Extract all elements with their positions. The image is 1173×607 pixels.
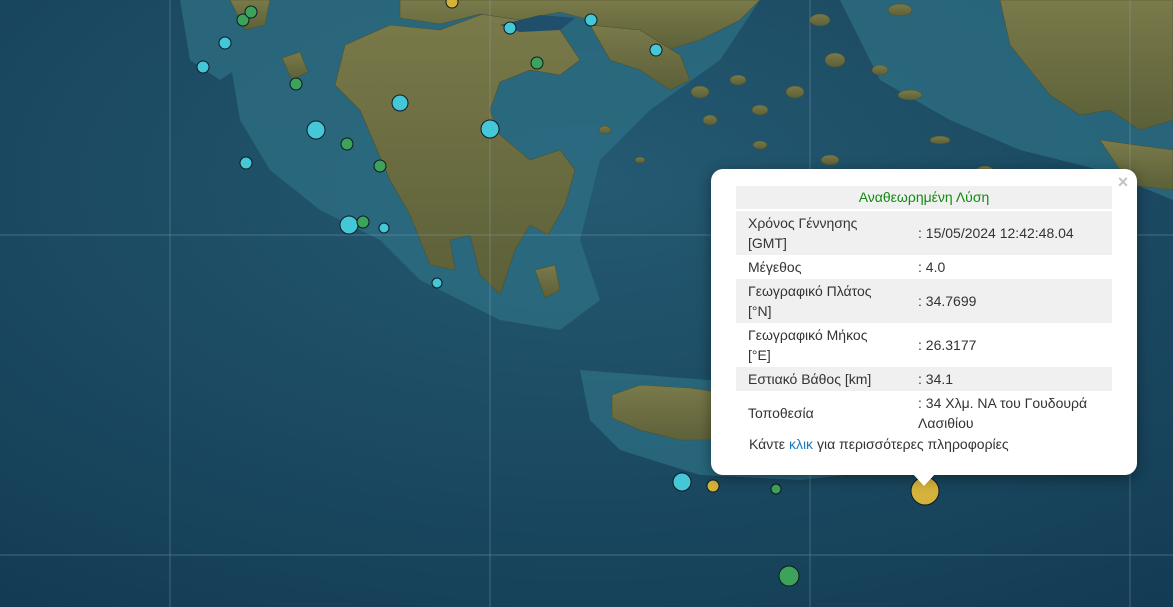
earthquake-details-table: Χρόνος Γέννησης [GMT] : 15/05/2024 12:42… [736,211,1112,435]
detail-value: : 34 Χλμ. ΝΑ του Γουδουρά Λασιθίου [918,395,1088,431]
detail-value: : 4.0 [918,259,946,275]
earthquake-marker[interactable] [306,120,326,140]
table-row: Γεωγραφικό Μήκος [°E] : 26.3177 [736,323,1112,367]
earthquake-marker[interactable] [480,119,500,139]
table-row: Τοποθεσία : 34 Χλμ. ΝΑ του Γουδουρά Λασι… [736,391,1112,435]
earthquake-marker[interactable] [672,472,692,492]
table-row: Χρόνος Γέννησης [GMT] : 15/05/2024 12:42… [736,211,1112,255]
detail-label: Εστιακό Βάθος [km] [736,367,906,391]
earthquake-marker[interactable] [196,60,210,74]
earthquake-marker[interactable] [778,565,800,587]
earthquake-info-popup: × Αναθεωρημένη Λύση Χρόνος Γέννησης [GMT… [711,169,1137,475]
earthquake-marker[interactable] [356,215,370,229]
earthquake-marker[interactable] [340,137,354,151]
table-row: Μέγεθος : 4.0 [736,255,1112,279]
earthquake-marker[interactable] [239,156,253,170]
earthquake-marker[interactable] [706,479,720,493]
earthquake-marker[interactable] [378,222,390,234]
detail-value: : 34.7699 [906,279,1112,323]
earthquake-marker[interactable] [530,56,544,70]
detail-label: Γεωγραφικό Μήκος [°E] [748,327,868,363]
more-info-link[interactable]: κλικ [789,436,813,452]
close-icon[interactable]: × [1115,173,1131,191]
earthquake-marker[interactable] [445,0,459,9]
earthquake-marker[interactable] [649,43,663,57]
earthquake-marker[interactable] [391,94,409,112]
earthquake-marker[interactable] [289,77,303,91]
detail-value: : 34.1 [906,367,1112,391]
earthquake-marker[interactable] [373,159,387,173]
popup-title: Αναθεωρημένη Λύση [736,186,1112,209]
earthquake-marker[interactable] [431,277,443,289]
earthquake-marker[interactable] [770,483,782,495]
earthquake-marker[interactable] [584,13,598,27]
more-info-text: Κάντε κλικ για περισσότερες πληροφορίες [749,436,1009,452]
earthquake-marker[interactable] [339,215,359,235]
detail-label: Τοποθεσία [748,405,814,421]
detail-label: Μέγεθος [748,259,802,275]
popup-tip [913,474,935,486]
more-info-suffix: για περισσότερες πληροφορίες [816,436,1009,452]
detail-value: : 15/05/2024 12:42:48.04 [906,211,1112,255]
table-row: Γεωγραφικό Πλάτος [°N] : 34.7699 [736,279,1112,323]
detail-label: Χρόνος Γέννησης [GMT] [736,211,906,255]
table-row: Εστιακό Βάθος [km] : 34.1 [736,367,1112,391]
earthquake-marker[interactable] [218,36,232,50]
detail-value: : 26.3177 [918,337,977,353]
detail-label: Γεωγραφικό Πλάτος [°N] [736,279,906,323]
more-info-prefix: Κάντε [749,436,786,452]
earthquake-marker[interactable] [503,21,517,35]
earthquake-marker[interactable] [244,5,258,19]
